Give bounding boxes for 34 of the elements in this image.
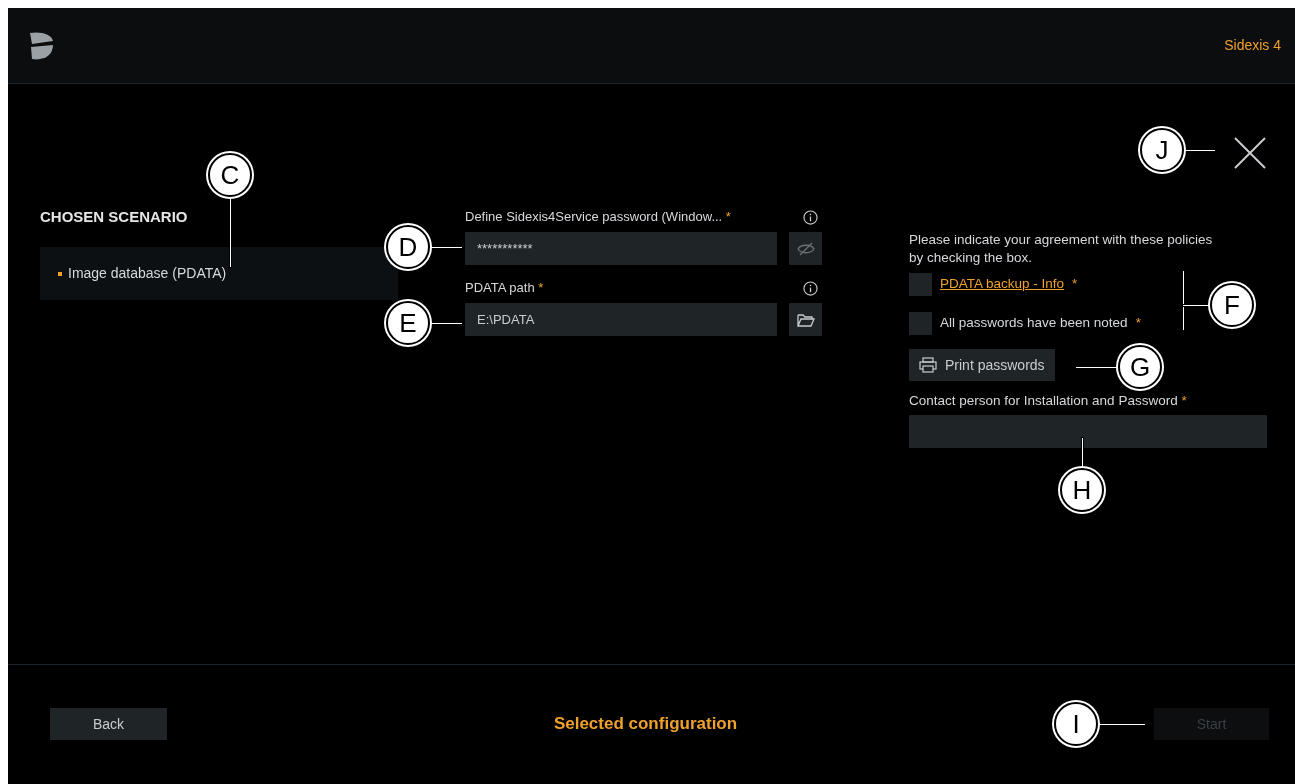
field-label: Define Sidexis4Service password (Window... *	[465, 208, 731, 227]
callout-marker: F	[1210, 283, 1254, 327]
folder-icon[interactable]	[789, 303, 822, 336]
callout-marker: E	[386, 301, 430, 345]
scenario-item: Image database (PDATA)	[58, 262, 227, 284]
callout-marker: D	[386, 225, 430, 269]
contact-field[interactable]	[909, 415, 1267, 449]
info-link[interactable]: PDATA backup - Info	[940, 274, 1065, 295]
footer-title: Selected configuration	[553, 712, 738, 735]
password-field[interactable]: ***********	[465, 232, 777, 265]
callout-marker: C	[208, 153, 252, 197]
back-button[interactable]: Back	[50, 707, 167, 740]
info-icon[interactable]	[803, 280, 818, 296]
close-icon[interactable]	[1233, 136, 1267, 170]
print-button[interactable]: Print passwords	[909, 349, 1055, 381]
printer-icon	[919, 357, 937, 373]
callout-marker: H	[1060, 468, 1104, 512]
required-mark: *	[1072, 275, 1078, 294]
info-icon[interactable]	[803, 209, 818, 225]
required-mark: *	[1135, 314, 1141, 333]
checkbox[interactable]	[909, 273, 932, 296]
callout-marker: G	[1118, 345, 1162, 389]
hidden-eye-icon[interactable]	[789, 232, 822, 265]
field-label: PDATA path *	[465, 279, 544, 298]
product-name: Sidexis 4	[1224, 36, 1281, 55]
agreement-text: Please indicate your agreement with these policies by checking the box.	[909, 231, 1214, 267]
logo-icon	[28, 30, 54, 61]
checkbox-label: All passwords have been noted	[940, 314, 1128, 333]
callout-marker: I	[1054, 702, 1098, 746]
field-label: Contact person for Installation and Password *	[909, 392, 1188, 410]
checkbox[interactable]	[909, 312, 932, 335]
path-field[interactable]: E:\PDATA	[465, 303, 777, 336]
section-title: CHOSEN SCENARIO	[40, 207, 189, 227]
callout-marker: J	[1140, 128, 1184, 172]
